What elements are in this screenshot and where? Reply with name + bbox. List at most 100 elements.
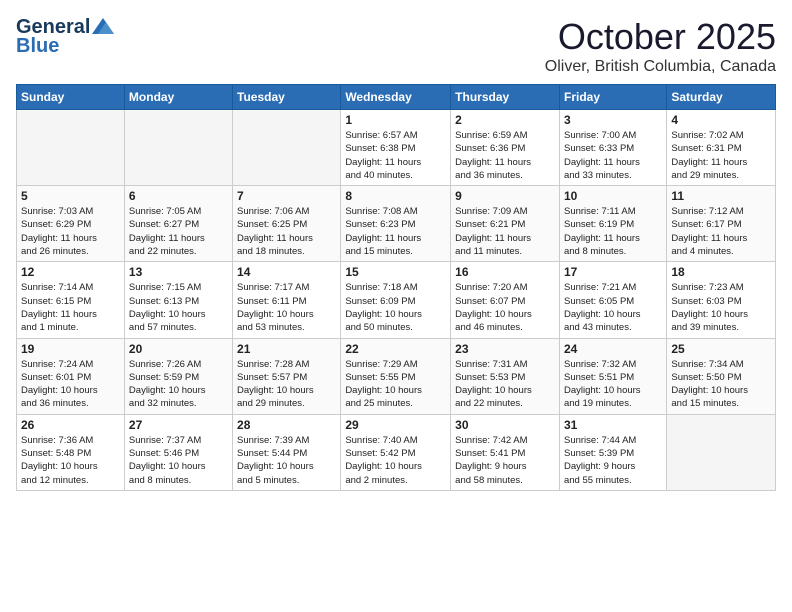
calendar-cell: 4 Sunrise: 7:02 AM Sunset: 6:31 PM Daylig… bbox=[667, 110, 776, 186]
logo: General Blue bbox=[16, 16, 114, 58]
day-info: Sunrise: 7:34 AM Sunset: 5:50 PM Dayligh… bbox=[671, 358, 771, 411]
day-info: Sunrise: 6:57 AM Sunset: 6:38 PM Dayligh… bbox=[345, 129, 446, 182]
day-info: Sunrise: 6:59 AM Sunset: 6:36 PM Dayligh… bbox=[455, 129, 555, 182]
day-info: Sunrise: 7:31 AM Sunset: 5:53 PM Dayligh… bbox=[455, 358, 555, 411]
calendar-cell: 27 Sunrise: 7:37 AM Sunset: 5:46 PM Dayli… bbox=[124, 414, 232, 490]
day-number: 6 bbox=[129, 189, 228, 203]
calendar-cell: 10 Sunrise: 7:11 AM Sunset: 6:19 PM Dayli… bbox=[559, 186, 666, 262]
day-info: Sunrise: 7:05 AM Sunset: 6:27 PM Dayligh… bbox=[129, 205, 228, 258]
day-number: 21 bbox=[237, 342, 336, 356]
day-info: Sunrise: 7:11 AM Sunset: 6:19 PM Dayligh… bbox=[564, 205, 662, 258]
calendar-week-row: 5 Sunrise: 7:03 AM Sunset: 6:29 PM Daylig… bbox=[17, 186, 776, 262]
day-number: 14 bbox=[237, 265, 336, 279]
weekday-header: Tuesday bbox=[233, 85, 341, 110]
calendar-cell: 29 Sunrise: 7:40 AM Sunset: 5:42 PM Dayli… bbox=[341, 414, 451, 490]
day-number: 20 bbox=[129, 342, 228, 356]
day-info: Sunrise: 7:20 AM Sunset: 6:07 PM Dayligh… bbox=[455, 281, 555, 334]
day-number: 16 bbox=[455, 265, 555, 279]
calendar-cell: 2 Sunrise: 6:59 AM Sunset: 6:36 PM Daylig… bbox=[451, 110, 560, 186]
day-info: Sunrise: 7:26 AM Sunset: 5:59 PM Dayligh… bbox=[129, 358, 228, 411]
day-number: 29 bbox=[345, 418, 446, 432]
day-number: 8 bbox=[345, 189, 446, 203]
calendar-cell: 18 Sunrise: 7:23 AM Sunset: 6:03 PM Dayli… bbox=[667, 262, 776, 338]
calendar-week-row: 19Sunrise: 7:24 AM Sunset: 6:01 PM Dayli… bbox=[17, 338, 776, 414]
day-info: Sunrise: 7:00 AM Sunset: 6:33 PM Dayligh… bbox=[564, 129, 662, 182]
weekday-header: Friday bbox=[559, 85, 666, 110]
day-info: Sunrise: 7:18 AM Sunset: 6:09 PM Dayligh… bbox=[345, 281, 446, 334]
calendar-cell: 20 Sunrise: 7:26 AM Sunset: 5:59 PM Dayli… bbox=[124, 338, 232, 414]
day-number: 2 bbox=[455, 113, 555, 127]
day-number: 5 bbox=[21, 189, 120, 203]
calendar-cell: 26Sunrise: 7:36 AM Sunset: 5:48 PM Dayli… bbox=[17, 414, 125, 490]
calendar-cell: 31 Sunrise: 7:44 AM Sunset: 5:39 PM Dayli… bbox=[559, 414, 666, 490]
logo-icon bbox=[92, 18, 114, 34]
day-number: 27 bbox=[129, 418, 228, 432]
day-number: 15 bbox=[345, 265, 446, 279]
calendar-table: SundayMondayTuesdayWednesdayThursdayFrid… bbox=[16, 84, 776, 491]
day-info: Sunrise: 7:12 AM Sunset: 6:17 PM Dayligh… bbox=[671, 205, 771, 258]
day-info: Sunrise: 7:15 AM Sunset: 6:13 PM Dayligh… bbox=[129, 281, 228, 334]
day-info: Sunrise: 7:44 AM Sunset: 5:39 PM Dayligh… bbox=[564, 434, 662, 487]
day-number: 10 bbox=[564, 189, 662, 203]
day-info: Sunrise: 7:03 AM Sunset: 6:29 PM Dayligh… bbox=[21, 205, 120, 258]
day-info: Sunrise: 7:17 AM Sunset: 6:11 PM Dayligh… bbox=[237, 281, 336, 334]
calendar-cell: 6 Sunrise: 7:05 AM Sunset: 6:27 PM Daylig… bbox=[124, 186, 232, 262]
calendar-week-row: 26Sunrise: 7:36 AM Sunset: 5:48 PM Dayli… bbox=[17, 414, 776, 490]
calendar-cell: 5 Sunrise: 7:03 AM Sunset: 6:29 PM Daylig… bbox=[17, 186, 125, 262]
calendar-cell: 7 Sunrise: 7:06 AM Sunset: 6:25 PM Daylig… bbox=[233, 186, 341, 262]
calendar-week-row: 12Sunrise: 7:14 AM Sunset: 6:15 PM Dayli… bbox=[17, 262, 776, 338]
day-info: Sunrise: 7:14 AM Sunset: 6:15 PM Dayligh… bbox=[21, 281, 120, 334]
calendar-cell: 28 Sunrise: 7:39 AM Sunset: 5:44 PM Dayli… bbox=[233, 414, 341, 490]
calendar-cell: 8 Sunrise: 7:08 AM Sunset: 6:23 PM Daylig… bbox=[341, 186, 451, 262]
calendar-cell bbox=[233, 110, 341, 186]
day-number: 31 bbox=[564, 418, 662, 432]
day-number: 30 bbox=[455, 418, 555, 432]
weekday-header-row: SundayMondayTuesdayWednesdayThursdayFrid… bbox=[17, 85, 776, 110]
day-number: 7 bbox=[237, 189, 336, 203]
calendar-cell: 19Sunrise: 7:24 AM Sunset: 6:01 PM Dayli… bbox=[17, 338, 125, 414]
calendar-cell: 9 Sunrise: 7:09 AM Sunset: 6:21 PM Daylig… bbox=[451, 186, 560, 262]
day-number: 13 bbox=[129, 265, 228, 279]
day-info: Sunrise: 7:06 AM Sunset: 6:25 PM Dayligh… bbox=[237, 205, 336, 258]
calendar-cell: 11 Sunrise: 7:12 AM Sunset: 6:17 PM Dayli… bbox=[667, 186, 776, 262]
day-info: Sunrise: 7:28 AM Sunset: 5:57 PM Dayligh… bbox=[237, 358, 336, 411]
day-info: Sunrise: 7:42 AM Sunset: 5:41 PM Dayligh… bbox=[455, 434, 555, 487]
weekday-header: Monday bbox=[124, 85, 232, 110]
day-number: 26 bbox=[21, 418, 120, 432]
day-info: Sunrise: 7:37 AM Sunset: 5:46 PM Dayligh… bbox=[129, 434, 228, 487]
day-number: 4 bbox=[671, 113, 771, 127]
day-info: Sunrise: 7:32 AM Sunset: 5:51 PM Dayligh… bbox=[564, 358, 662, 411]
calendar-cell: 15 Sunrise: 7:18 AM Sunset: 6:09 PM Dayli… bbox=[341, 262, 451, 338]
day-info: Sunrise: 7:02 AM Sunset: 6:31 PM Dayligh… bbox=[671, 129, 771, 182]
day-info: Sunrise: 7:39 AM Sunset: 5:44 PM Dayligh… bbox=[237, 434, 336, 487]
calendar-cell: 3 Sunrise: 7:00 AM Sunset: 6:33 PM Daylig… bbox=[559, 110, 666, 186]
calendar-title: October 2025 bbox=[545, 16, 776, 58]
day-info: Sunrise: 7:21 AM Sunset: 6:05 PM Dayligh… bbox=[564, 281, 662, 334]
day-info: Sunrise: 7:40 AM Sunset: 5:42 PM Dayligh… bbox=[345, 434, 446, 487]
day-info: Sunrise: 7:09 AM Sunset: 6:21 PM Dayligh… bbox=[455, 205, 555, 258]
day-number: 18 bbox=[671, 265, 771, 279]
day-info: Sunrise: 7:29 AM Sunset: 5:55 PM Dayligh… bbox=[345, 358, 446, 411]
day-number: 28 bbox=[237, 418, 336, 432]
calendar-cell: 22Sunrise: 7:29 AM Sunset: 5:55 PM Dayli… bbox=[341, 338, 451, 414]
calendar-cell: 13 Sunrise: 7:15 AM Sunset: 6:13 PM Dayli… bbox=[124, 262, 232, 338]
day-number: 24 bbox=[564, 342, 662, 356]
page-header: General Blue October 2025 Oliver, Britis… bbox=[16, 16, 776, 76]
day-number: 25 bbox=[671, 342, 771, 356]
calendar-cell: 12Sunrise: 7:14 AM Sunset: 6:15 PM Dayli… bbox=[17, 262, 125, 338]
weekday-header: Wednesday bbox=[341, 85, 451, 110]
weekday-header: Saturday bbox=[667, 85, 776, 110]
day-number: 9 bbox=[455, 189, 555, 203]
calendar-cell: 30 Sunrise: 7:42 AM Sunset: 5:41 PM Dayli… bbox=[451, 414, 560, 490]
day-number: 11 bbox=[671, 189, 771, 203]
calendar-cell: 14 Sunrise: 7:17 AM Sunset: 6:11 PM Dayli… bbox=[233, 262, 341, 338]
day-info: Sunrise: 7:24 AM Sunset: 6:01 PM Dayligh… bbox=[21, 358, 120, 411]
weekday-header: Thursday bbox=[451, 85, 560, 110]
day-info: Sunrise: 7:23 AM Sunset: 6:03 PM Dayligh… bbox=[671, 281, 771, 334]
day-number: 3 bbox=[564, 113, 662, 127]
calendar-cell: 25 Sunrise: 7:34 AM Sunset: 5:50 PM Dayli… bbox=[667, 338, 776, 414]
calendar-cell bbox=[124, 110, 232, 186]
day-info: Sunrise: 7:08 AM Sunset: 6:23 PM Dayligh… bbox=[345, 205, 446, 258]
calendar-week-row: 1Sunrise: 6:57 AM Sunset: 6:38 PM Daylig… bbox=[17, 110, 776, 186]
calendar-cell bbox=[17, 110, 125, 186]
